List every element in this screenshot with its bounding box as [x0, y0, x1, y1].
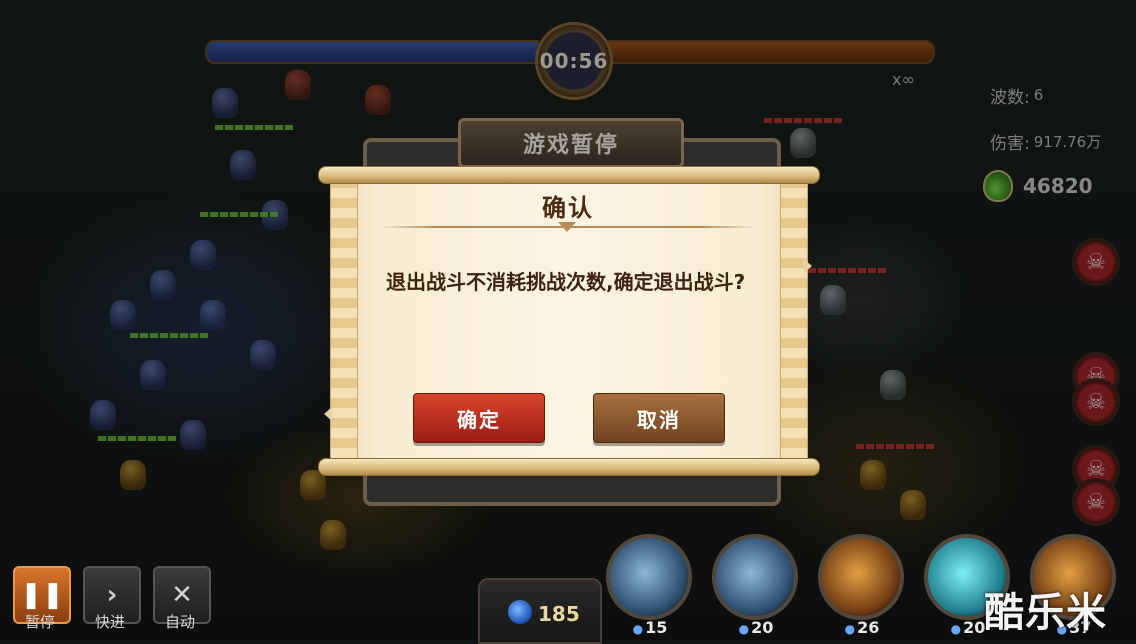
mana-drop-icon: ● [950, 622, 962, 636]
watermark-logo: 酷乐米 [984, 590, 1107, 636]
scroll-rod-top [318, 166, 820, 184]
pause-icon: ❚❚ [20, 580, 64, 610]
whirlwind-skill-icon[interactable] [712, 534, 798, 620]
skill-cost: ● 20 [726, 618, 786, 637]
scroll-rod-bottom [318, 458, 820, 476]
chevron-right-icon: › [106, 580, 118, 610]
mana-drop-icon: ● [844, 622, 856, 636]
skill-cost-value: 20 [751, 618, 774, 637]
mana-panel: 185 [478, 578, 602, 644]
mana-drop-icon: ● [738, 622, 750, 636]
cancel-button-label: 取消 [637, 407, 681, 432]
fast-forward-label: 快进 [94, 613, 125, 631]
skill-cost-value: 20 [963, 618, 986, 637]
ice-skill-icon[interactable] [606, 534, 692, 620]
skill-cost-value: 26 [857, 618, 880, 637]
dialog-title: 确认 [542, 194, 594, 222]
mana-potion-icon [508, 600, 532, 624]
skill-cost: ● 26 [832, 618, 892, 637]
warrior-skill-icon[interactable] [818, 534, 904, 620]
mana-value: 185 [538, 602, 580, 626]
pause-title: 游戏暂停 [458, 118, 684, 168]
skill-cost-value: 15 [645, 618, 668, 637]
skill-cost: ● 15 [620, 618, 680, 637]
cancel-button[interactable]: 取消 [593, 393, 725, 443]
auto-label: 自动 [164, 613, 195, 631]
pause-label: 暂停 [24, 613, 55, 631]
arrow-right-icon [804, 259, 812, 273]
arrow-left-icon [324, 407, 332, 421]
confirm-button-label: 确定 [457, 407, 501, 432]
mana-drop-icon: ● [632, 622, 644, 636]
crossed-swords-icon: ✕ [171, 580, 193, 610]
dialog-message: 退出战斗不消耗挑战次数,确定退出战斗? [386, 270, 746, 294]
confirm-button[interactable]: 确定 [413, 393, 545, 443]
